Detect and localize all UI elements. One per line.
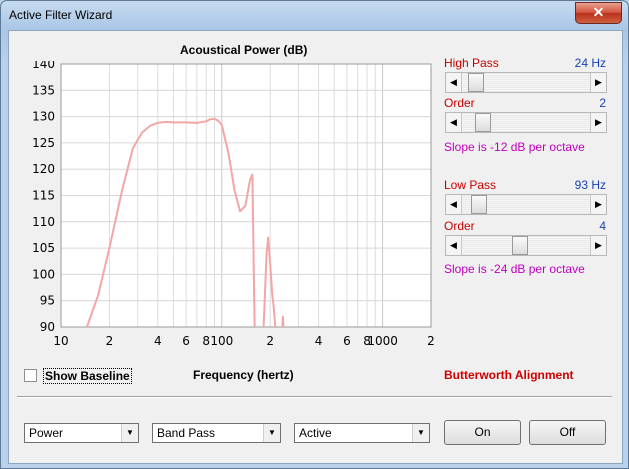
y-tick-label: 115 <box>32 189 55 203</box>
x-tick-label: 100 <box>210 334 233 348</box>
low-pass-slider[interactable]: ◀ ▶ <box>445 194 607 215</box>
slider-thumb[interactable] <box>470 195 487 214</box>
power-curve-line <box>281 315 285 328</box>
x-tick-label: 2 <box>266 334 274 348</box>
close-icon: ✕ <box>592 4 605 20</box>
power-response-chart: 140135130125120115110105100959010 2 4 6 8 100… <box>32 61 435 348</box>
show-baseline-label: Show Baseline <box>43 368 132 384</box>
y-tick-label: 90 <box>40 320 55 334</box>
x-tick-label: 8 <box>202 334 210 348</box>
slider-thumb[interactable] <box>475 113 492 132</box>
arrow-right-icon[interactable]: ▶ <box>590 73 606 92</box>
x-tick-label: 4 <box>315 334 323 348</box>
slider-thumb[interactable] <box>512 236 529 255</box>
low-pass-order-value: 4 <box>599 219 606 233</box>
circuit-select-value: Active <box>299 426 332 440</box>
mode-select-value: Power <box>29 426 64 440</box>
filter-type-select[interactable]: Band Pass ▼ <box>152 423 281 443</box>
y-tick-label: 105 <box>32 241 55 255</box>
chevron-down-icon[interactable]: ▼ <box>121 424 138 442</box>
checkbox-box[interactable] <box>24 369 37 382</box>
x-tick-label: 1000 <box>367 334 398 348</box>
active-filter-wizard-window: Active Filter Wizard ✕ Acoustical Power … <box>0 0 629 469</box>
slider-thumb[interactable] <box>467 73 484 92</box>
y-tick-label: 95 <box>40 294 55 308</box>
arrow-left-icon[interactable]: ◀ <box>446 195 462 214</box>
high-pass-slope-text: Slope is -12 dB per octave <box>444 140 585 154</box>
y-tick-label: 130 <box>32 110 55 124</box>
y-tick-label: 135 <box>32 83 55 97</box>
x-tick-label: 2 <box>106 334 114 348</box>
high-pass-order-value: 2 <box>599 96 606 110</box>
high-pass-value: 24 Hz <box>574 56 606 70</box>
high-pass-label: High Pass <box>444 56 499 70</box>
arrow-left-icon[interactable]: ◀ <box>446 113 462 132</box>
off-button[interactable]: Off <box>529 420 606 445</box>
low-pass-order-label: Order <box>444 219 475 233</box>
title-bar: Active Filter Wizard ✕ <box>1 1 628 29</box>
arrow-right-icon[interactable]: ▶ <box>590 113 606 132</box>
separator <box>17 396 612 398</box>
x-tick-label: 6 <box>182 334 190 348</box>
dialog-client-area: Acoustical Power (dB) 140 135 130 125 120 115… <box>8 30 623 464</box>
low-pass-slope-text: Slope is -24 dB per octave <box>444 262 585 276</box>
arrow-right-icon[interactable]: ▶ <box>590 195 606 214</box>
y-tick-label: 140 <box>32 61 55 71</box>
alignment-text: Butterworth Alignment <box>444 368 574 382</box>
mode-select[interactable]: Power ▼ <box>24 423 139 443</box>
chevron-down-icon[interactable]: ▼ <box>412 424 429 442</box>
x-tick-label: 4 <box>154 334 162 348</box>
high-pass-order-label: Order <box>444 96 475 110</box>
x-axis-label: Frequency (hertz) <box>193 368 294 382</box>
arrow-left-icon[interactable]: ◀ <box>446 73 462 92</box>
high-pass-slider[interactable]: ◀ ▶ <box>445 72 607 93</box>
high-pass-order-slider[interactable]: ◀ ▶ <box>445 112 607 133</box>
y-tick-label: 125 <box>32 136 55 150</box>
circuit-select[interactable]: Active ▼ <box>294 423 430 443</box>
chart-title: Acoustical Power (dB) <box>180 43 308 57</box>
x-tick-label: 10 <box>53 334 68 348</box>
y-tick-label: 110 <box>32 215 55 229</box>
filter-type-select-value: Band Pass <box>157 426 216 440</box>
window-title: Active Filter Wizard <box>9 8 113 22</box>
arrow-right-icon[interactable]: ▶ <box>590 236 606 255</box>
low-pass-label: Low Pass <box>444 178 497 192</box>
x-tick-label: 2 <box>427 334 435 348</box>
x-tick-label: 6 <box>343 334 351 348</box>
arrow-left-icon[interactable]: ◀ <box>446 236 462 255</box>
on-button[interactable]: On <box>444 420 521 445</box>
y-tick-label: 100 <box>32 267 55 281</box>
low-pass-order-slider[interactable]: ◀ ▶ <box>445 235 607 256</box>
y-tick-label: 120 <box>32 162 55 176</box>
chevron-down-icon[interactable]: ▼ <box>263 424 280 442</box>
close-button[interactable]: ✕ <box>575 2 622 24</box>
low-pass-value: 93 Hz <box>574 178 606 192</box>
